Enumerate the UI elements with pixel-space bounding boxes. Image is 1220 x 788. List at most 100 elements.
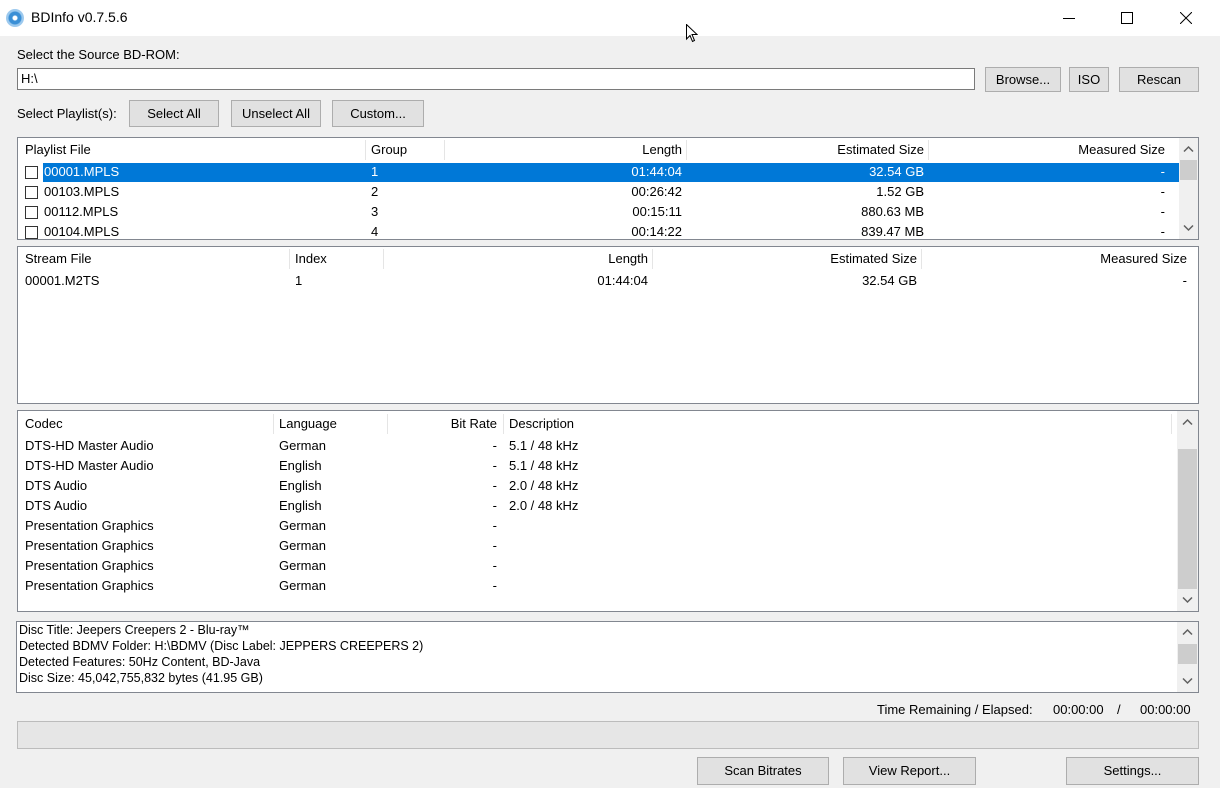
close-button[interactable] bbox=[1157, 0, 1215, 36]
rescan-button[interactable]: Rescan bbox=[1119, 67, 1199, 92]
settings-button[interactable]: Settings... bbox=[1066, 757, 1199, 785]
playlist-file[interactable]: 00112.MPLS bbox=[44, 202, 118, 222]
codec-bit-rate: - bbox=[492, 478, 497, 493]
codec-list[interactable]: Codec Language Bit Rate Description DTS-… bbox=[17, 410, 1199, 612]
playlist-estimated-size: 880.63 MB bbox=[861, 204, 924, 219]
column-header-estimated-size[interactable]: Estimated Size bbox=[656, 247, 917, 271]
codec-language: English bbox=[279, 458, 322, 473]
column-header-stream-file[interactable]: Stream File bbox=[25, 247, 91, 271]
column-header-estimated-size[interactable]: Estimated Size bbox=[690, 138, 924, 162]
codec-language: German bbox=[279, 438, 326, 453]
disc-info-textbox[interactable]: Disc Title: Jeepers Creepers 2 - Blu-ray… bbox=[16, 621, 1199, 693]
codec-bit-rate: - bbox=[492, 458, 497, 473]
window-title: BDInfo v0.7.5.6 bbox=[31, 9, 128, 25]
codec-name: Presentation Graphics bbox=[25, 558, 154, 573]
view-report-button[interactable]: View Report... bbox=[843, 757, 976, 785]
codec-bit-rate: - bbox=[492, 518, 497, 533]
codec-name: Presentation Graphics bbox=[25, 578, 154, 593]
time-separator: / bbox=[1117, 702, 1121, 717]
minimize-icon bbox=[1063, 18, 1075, 19]
codec-language: English bbox=[279, 478, 322, 493]
playlist-group: 2 bbox=[371, 184, 379, 199]
codec-name: DTS-HD Master Audio bbox=[25, 438, 154, 453]
column-header-length[interactable]: Length bbox=[448, 138, 682, 162]
select-playlists-label: Select Playlist(s): bbox=[17, 106, 117, 121]
column-header-codec[interactable]: Codec bbox=[25, 412, 63, 436]
info-scrollbar[interactable] bbox=[1177, 622, 1198, 692]
codec-bit-rate: - bbox=[492, 558, 497, 573]
column-header-language[interactable]: Language bbox=[279, 412, 337, 436]
playlist-file[interactable]: 00001.MPLS bbox=[44, 162, 119, 182]
scrollbar-thumb[interactable] bbox=[1178, 644, 1197, 664]
minimize-button[interactable] bbox=[1040, 0, 1098, 36]
codec-bit-rate: - bbox=[492, 578, 497, 593]
title-bar: BDInfo v0.7.5.6 bbox=[0, 0, 1220, 36]
codec-bit-rate: - bbox=[492, 498, 497, 513]
column-header-playlist-file[interactable]: Playlist File bbox=[25, 138, 91, 162]
time-remaining-label: Time Remaining / Elapsed: bbox=[877, 702, 1033, 717]
mouse-cursor-icon bbox=[686, 24, 698, 43]
source-path-input[interactable]: H:\ bbox=[17, 68, 975, 90]
playlist-measured-size: - bbox=[1160, 224, 1165, 239]
browse-button[interactable]: Browse... bbox=[985, 67, 1061, 92]
custom-button[interactable]: Custom... bbox=[332, 100, 424, 127]
playlist-checkbox[interactable] bbox=[25, 226, 38, 239]
column-header-measured-size[interactable]: Measured Size bbox=[925, 247, 1187, 271]
playlist-checkbox[interactable] bbox=[25, 206, 38, 219]
playlist-length: 00:14:22 bbox=[631, 224, 682, 239]
codec-description: 2.0 / 48 kHz bbox=[509, 478, 579, 493]
playlist-scrollbar[interactable] bbox=[1179, 138, 1198, 239]
column-header-measured-size[interactable]: Measured Size bbox=[932, 138, 1165, 162]
column-header-group[interactable]: Group bbox=[371, 138, 407, 162]
stream-length: 01:44:04 bbox=[597, 273, 648, 288]
scrollbar-thumb[interactable] bbox=[1180, 160, 1197, 180]
codec-bit-rate: - bbox=[492, 538, 497, 553]
disc-title-line: Disc Title: Jeepers Creepers 2 - Blu-ray… bbox=[19, 623, 250, 637]
bdmv-folder-line: Detected BDMV Folder: H:\BDMV (Disc Labe… bbox=[19, 639, 424, 653]
scan-progress-bar bbox=[17, 721, 1199, 749]
playlist-file[interactable]: 00103.MPLS bbox=[44, 182, 119, 202]
column-header-length[interactable]: Length bbox=[387, 247, 648, 271]
codec-description: 5.1 / 48 kHz bbox=[509, 438, 579, 453]
scroll-up-icon[interactable] bbox=[1182, 628, 1193, 636]
playlist-measured-size: - bbox=[1160, 204, 1165, 219]
codec-name: Presentation Graphics bbox=[25, 518, 154, 533]
playlist-group: 4 bbox=[371, 224, 379, 239]
playlist-group: 3 bbox=[371, 204, 379, 219]
stream-file[interactable]: 00001.M2TS bbox=[25, 271, 99, 291]
disc-size-line: Disc Size: 45,042,755,832 bytes (41.95 G… bbox=[19, 671, 263, 685]
scroll-up-icon[interactable] bbox=[1182, 418, 1193, 426]
scroll-down-icon[interactable] bbox=[1182, 596, 1193, 604]
unselect-all-button[interactable]: Unselect All bbox=[231, 100, 321, 127]
scrollbar-thumb[interactable] bbox=[1178, 449, 1197, 589]
disc-icon bbox=[6, 9, 24, 27]
codec-language: English bbox=[279, 498, 322, 513]
scroll-up-icon[interactable] bbox=[1183, 145, 1194, 153]
codec-name: Presentation Graphics bbox=[25, 538, 154, 553]
stream-measured-size: - bbox=[1182, 273, 1187, 288]
scroll-down-icon[interactable] bbox=[1182, 677, 1193, 685]
column-header-description[interactable]: Description bbox=[509, 412, 574, 436]
maximize-icon bbox=[1121, 12, 1133, 24]
stream-file-list[interactable]: Stream File Index Length Estimated Size … bbox=[17, 246, 1199, 404]
stream-index: 1 bbox=[295, 273, 303, 288]
column-header-index[interactable]: Index bbox=[295, 247, 327, 271]
select-all-button[interactable]: Select All bbox=[129, 100, 219, 127]
playlist-measured-size: - bbox=[1160, 184, 1165, 199]
iso-button[interactable]: ISO bbox=[1069, 67, 1109, 92]
column-header-bit-rate[interactable]: Bit Rate bbox=[391, 412, 497, 436]
playlist-file[interactable]: 00104.MPLS bbox=[44, 222, 119, 239]
codec-language: German bbox=[279, 558, 326, 573]
playlist-checkbox[interactable] bbox=[25, 166, 38, 179]
playlist-length: 00:15:11 bbox=[632, 204, 682, 219]
playlist-list[interactable]: Playlist File Group Length Estimated Siz… bbox=[17, 137, 1199, 240]
playlist-checkbox[interactable] bbox=[25, 186, 38, 199]
codec-name: DTS-HD Master Audio bbox=[25, 458, 154, 473]
playlist-length: 01:44:04 bbox=[631, 164, 682, 179]
scroll-down-icon[interactable] bbox=[1183, 224, 1194, 232]
codec-description: 2.0 / 48 kHz bbox=[509, 498, 579, 513]
maximize-button[interactable] bbox=[1098, 0, 1156, 36]
scan-bitrates-button[interactable]: Scan Bitrates bbox=[697, 757, 829, 785]
codec-scrollbar[interactable] bbox=[1177, 411, 1198, 611]
time-elapsed-value: 00:00:00 bbox=[1140, 702, 1191, 717]
